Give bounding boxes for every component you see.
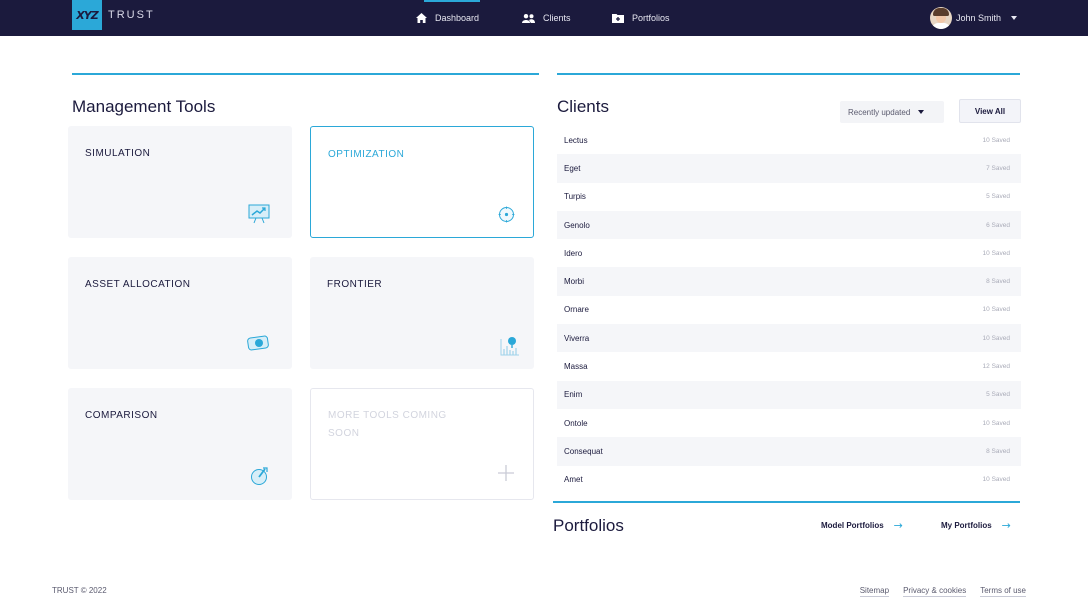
client-saved-count: 10 Saved [982,306,1010,314]
tool-card-asset-allocation[interactable]: ASSET ALLOCATION [68,257,292,369]
link-label: My Portfolios [941,521,992,530]
footer-link-terms[interactable]: Terms of use [980,586,1026,597]
portfolios-title: Portfolios [553,516,624,535]
tool-label: COMPARISON [85,410,158,421]
nav-item-dashboard[interactable]: Dashboard [416,0,479,36]
list-item[interactable]: Turpis 5 Saved [557,183,1021,211]
arrow-right-icon: → [1001,519,1011,532]
folder-icon [612,14,624,23]
list-item[interactable]: Genolo 6 Saved [557,210,1021,240]
sort-dropdown[interactable]: Recently updated [840,101,944,123]
client-saved-count: 10 Saved [982,476,1010,484]
plus-icon [498,465,514,481]
client-saved-count: 5 Saved [986,391,1010,399]
tool-label: OPTIMIZATION [328,149,405,160]
list-item[interactable]: Amet 10 Saved [557,466,1021,494]
client-name: Amet [564,475,583,485]
client-name: Viverra [564,333,590,343]
user-name: John Smith [956,13,1002,23]
tool-label: SIMULATION [85,148,151,159]
list-item[interactable]: Consequat 8 Saved [557,437,1021,466]
tool-card-comparison[interactable]: COMPARISON [68,388,292,500]
client-saved-count: 6 Saved [986,221,1010,229]
presentation-chart-icon [248,204,270,224]
section-divider [72,73,539,75]
users-icon [522,13,535,23]
nav-item-portfolios[interactable]: Portfolios [612,0,670,36]
list-item[interactable]: Enim 5 Saved [557,380,1021,409]
nav-item-label: Portfolios [632,13,670,23]
client-name: Massa [564,362,588,372]
target-icon [498,206,515,223]
my-portfolios-link[interactable]: My Portfolios → [941,519,1011,532]
view-all-button[interactable]: View All [959,99,1021,123]
user-menu[interactable]: John Smith [930,6,1018,30]
nav-item-clients[interactable]: Clients [522,0,571,36]
avatar [930,7,952,29]
arrow-right-icon: → [893,519,903,532]
client-name: Turpis [564,192,586,202]
client-saved-count: 10 Saved [982,334,1010,342]
tool-label: FRONTIER [327,279,383,290]
footer-copyright: TRUST © 2022 [52,586,107,595]
client-name: Consequat [564,446,603,456]
client-saved-count: 10 Saved [982,419,1010,427]
model-portfolios-link[interactable]: Model Portfolios → [821,519,903,532]
list-item[interactable]: Massa 12 Saved [557,352,1021,380]
section-divider [553,501,1020,503]
logo-mark-text: XYZ [76,8,98,22]
client-saved-count: 8 Saved [986,278,1010,286]
list-item[interactable]: Viverra 10 Saved [557,324,1021,353]
tool-label: ASSET ALLOCATION [85,279,191,290]
client-saved-count: 12 Saved [982,363,1010,371]
chart-pin-icon [500,337,519,356]
list-item[interactable]: Morbi 8 Saved [557,267,1021,296]
client-saved-count: 5 Saved [986,193,1010,201]
home-icon [416,13,427,23]
link-label: Model Portfolios [821,521,884,530]
client-name: Morbi [564,277,585,287]
section-divider [557,73,1020,75]
client-name: Eget [564,163,581,173]
client-saved-count: 7 Saved [986,164,1010,172]
tool-label: MORE TOOLS COMING SOON [328,410,447,439]
client-name: Genolo [564,220,590,230]
footer-link-privacy[interactable]: Privacy & cookies [903,586,967,597]
list-item[interactable]: Lectus 10 Saved [557,126,1021,154]
logo-mark[interactable]: XYZ [72,0,102,30]
sort-dropdown-value: Recently updated [848,107,911,117]
list-item[interactable]: Eget 7 Saved [557,154,1021,183]
nav-item-label: Clients [543,13,571,23]
chevron-down-icon [918,110,925,114]
brand-name: TRUST [108,9,155,21]
footer-links: Sitemap Privacy & cookies Terms of use [859,586,1026,597]
chevron-down-icon [1011,16,1018,20]
tool-card-frontier[interactable]: FRONTIER [310,257,534,369]
list-item[interactable]: Ontole 10 Saved [557,409,1021,437]
list-item[interactable]: Ornare 10 Saved [557,296,1021,324]
nav-item-label: Dashboard [435,13,480,23]
clients-title: Clients [557,97,609,116]
client-name: Ontole [564,418,588,428]
footer-link-sitemap[interactable]: Sitemap [859,586,890,597]
client-name: Lectus [564,135,588,145]
list-item[interactable]: Idero 10 Saved [557,239,1021,267]
management-tools-title: Management Tools [72,97,216,116]
clients-list: Lectus 10 Saved Eget 7 Saved Turpis 5 Saved… [557,126,1021,494]
client-name: Enim [564,390,583,400]
client-saved-count: 10 Saved [982,136,1010,144]
tool-card-optimization[interactable]: OPTIMIZATION [310,126,534,238]
client-saved-count: 10 Saved [982,249,1010,257]
tool-card-coming-soon: MORE TOOLS COMING SOON [310,388,534,500]
banknote-icon [247,335,269,351]
gauge-icon [251,467,268,485]
top-nav: XYZ TRUST Dashboard Clients Portfolios J… [0,0,1088,36]
tool-card-simulation[interactable]: SIMULATION [68,126,292,238]
client-saved-count: 8 Saved [986,447,1010,455]
client-name: Idero [564,248,583,258]
client-name: Ornare [564,305,589,315]
